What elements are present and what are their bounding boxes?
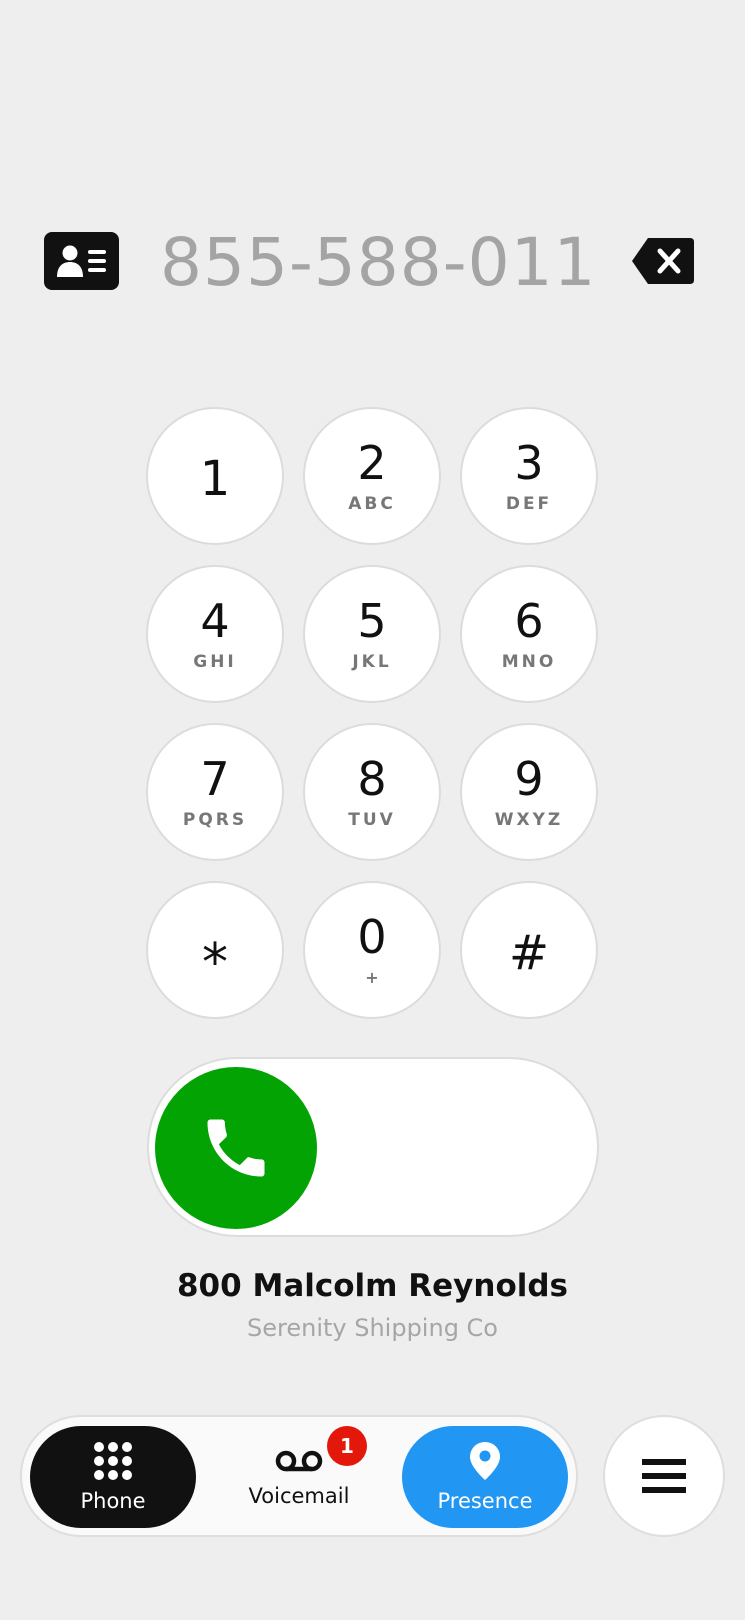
key-hash[interactable]: # xyxy=(460,881,598,1019)
key-letters: WXYZ xyxy=(494,810,564,830)
key-letters: DEF xyxy=(505,494,553,514)
key-digit: 3 xyxy=(514,436,544,490)
key-digit: 1 xyxy=(199,451,231,507)
key-4[interactable]: 4 GHI xyxy=(146,565,284,703)
key-digit: 9 xyxy=(514,752,544,806)
key-digit: 6 xyxy=(514,594,544,648)
contact-name: 800 Malcolm Reynolds xyxy=(176,1268,569,1304)
call-button[interactable] xyxy=(155,1067,317,1229)
tab-presence[interactable]: Presence xyxy=(402,1426,568,1528)
voicemail-icon xyxy=(275,1450,323,1472)
bottom-tab-bar: Phone Voicemail 1 Presence xyxy=(20,1415,578,1537)
key-star[interactable]: * xyxy=(146,881,284,1019)
key-digit: * xyxy=(202,933,228,993)
key-9[interactable]: 9 WXYZ xyxy=(460,723,598,861)
dialed-number-display[interactable]: 855-588-0111 xyxy=(160,218,590,308)
key-digit: # xyxy=(508,925,550,981)
key-letters: ABC xyxy=(348,494,396,514)
phone-handset-icon xyxy=(207,1119,265,1177)
backspace-button[interactable] xyxy=(630,236,696,286)
tab-label: Phone xyxy=(80,1489,146,1513)
key-2[interactable]: 2 ABC xyxy=(303,407,441,545)
key-digit: 2 xyxy=(357,436,387,490)
backspace-icon xyxy=(632,238,694,284)
key-5[interactable]: 5 JKL xyxy=(303,565,441,703)
tab-voicemail[interactable]: Voicemail 1 xyxy=(216,1426,382,1528)
key-8[interactable]: 8 TUV xyxy=(303,723,441,861)
key-3[interactable]: 3 DEF xyxy=(460,407,598,545)
key-letters: JKL xyxy=(352,652,392,672)
dialpad-icon xyxy=(94,1442,132,1480)
key-letters: PQRS xyxy=(182,810,248,830)
key-digit: 7 xyxy=(200,752,230,806)
key-digit: 0 xyxy=(357,910,387,964)
contact-card-icon xyxy=(56,245,106,277)
key-0[interactable]: 0 + xyxy=(303,881,441,1019)
contacts-button[interactable] xyxy=(44,232,119,290)
voicemail-count-badge: 1 xyxy=(327,1426,367,1466)
menu-button[interactable] xyxy=(603,1415,725,1537)
key-6[interactable]: 6 MNO xyxy=(460,565,598,703)
key-digit: 5 xyxy=(357,594,387,648)
key-digit: 4 xyxy=(200,594,230,648)
tab-label: Voicemail xyxy=(248,1484,350,1508)
location-pin-icon xyxy=(470,1442,500,1480)
call-slider[interactable] xyxy=(147,1057,599,1237)
key-letters: MNO xyxy=(501,652,557,672)
key-letters: + xyxy=(365,968,379,987)
tab-phone[interactable]: Phone xyxy=(30,1426,196,1528)
key-1[interactable]: 1 xyxy=(146,407,284,545)
hamburger-menu-icon xyxy=(642,1459,686,1493)
key-digit: 8 xyxy=(357,752,387,806)
tab-label: Presence xyxy=(437,1489,533,1513)
key-letters: TUV xyxy=(348,810,396,830)
contact-company: Serenity Shipping Co xyxy=(247,1314,498,1342)
key-7[interactable]: 7 PQRS xyxy=(146,723,284,861)
key-letters: GHI xyxy=(193,652,237,672)
